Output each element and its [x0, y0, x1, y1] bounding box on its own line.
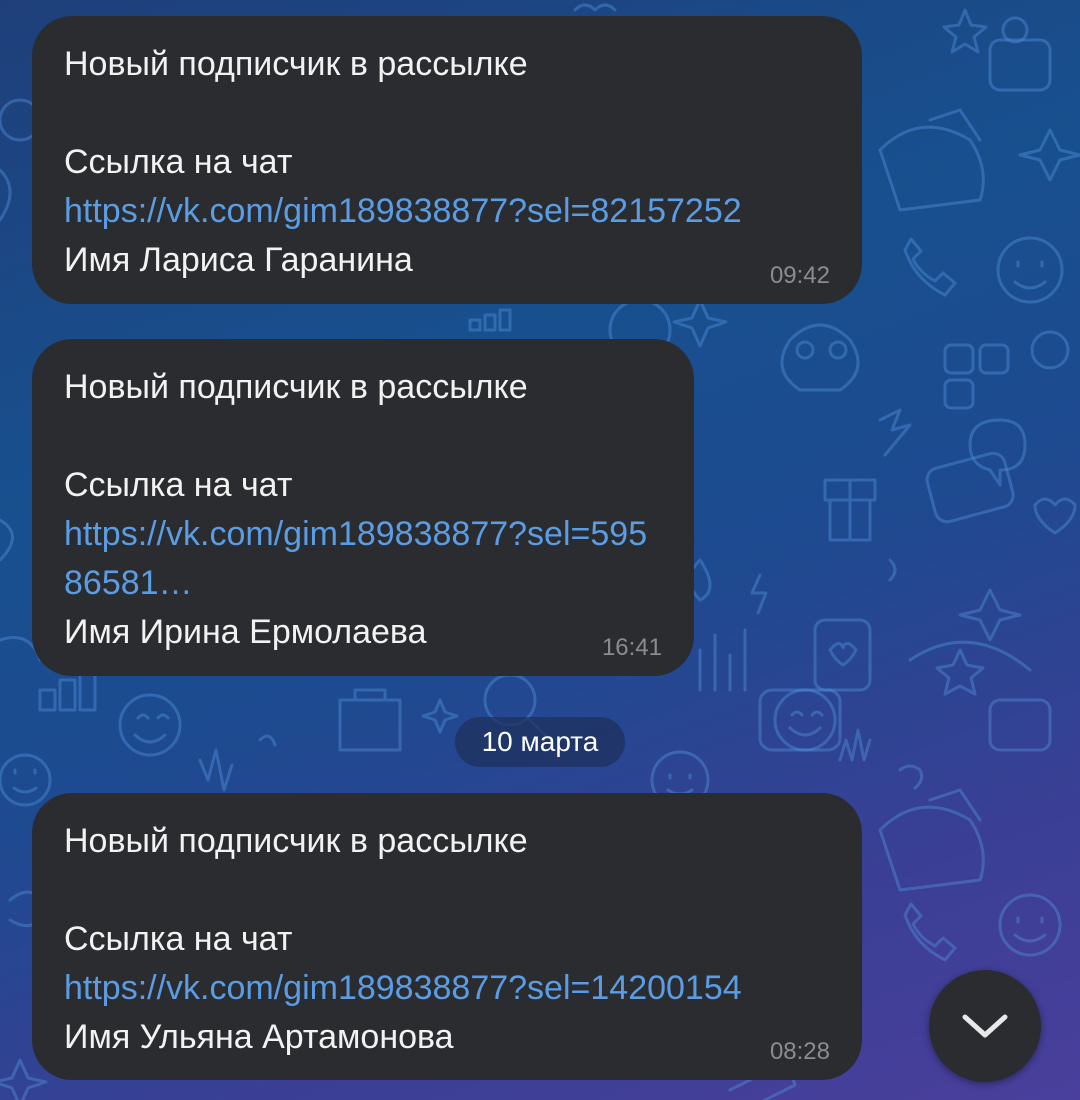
message-link[interactable]: https://vk.com/gim189838877?sel=59586581… [64, 510, 662, 608]
message-title: Новый подписчик в рассылке [64, 368, 528, 406]
message-link-label: Ссылка на чат [64, 143, 293, 181]
message-link-label: Ссылка на чат [64, 920, 293, 958]
message-title: Новый подписчик в рассылке [64, 45, 528, 83]
message-bubble[interactable]: Новый подписчик в рассылке Ссылка на чат… [32, 793, 862, 1080]
message-spacer [64, 89, 830, 138]
scroll-to-bottom-button[interactable] [929, 970, 1041, 1082]
message-spacer [64, 866, 830, 915]
message-title: Новый подписчик в рассылке [64, 822, 528, 860]
chevron-down-icon [962, 1014, 1008, 1038]
message-time: 08:28 [769, 1038, 830, 1065]
message-link[interactable]: https://vk.com/gim189838877?sel=82157252 [64, 187, 830, 236]
message-time: 09:42 [769, 262, 830, 289]
date-separator: 10 марта [455, 717, 625, 767]
message-bubble[interactable]: Новый подписчик в рассылке Ссылка на чат… [32, 339, 694, 676]
message-time: 16:41 [601, 634, 662, 661]
message-link-label: Ссылка на чат [64, 466, 293, 504]
message-spacer [64, 412, 662, 461]
message-subscriber-name: Имя Лариса Гаранина [64, 241, 413, 279]
message-subscriber-name: Имя Ирина Ермолаева [64, 613, 427, 651]
message-bubble[interactable]: Новый подписчик в рассылке Ссылка на чат… [32, 16, 862, 304]
message-link[interactable]: https://vk.com/gim189838877?sel=14200154 [64, 964, 830, 1013]
message-subscriber-name: Имя Ульяна Артамонова [64, 1018, 454, 1056]
